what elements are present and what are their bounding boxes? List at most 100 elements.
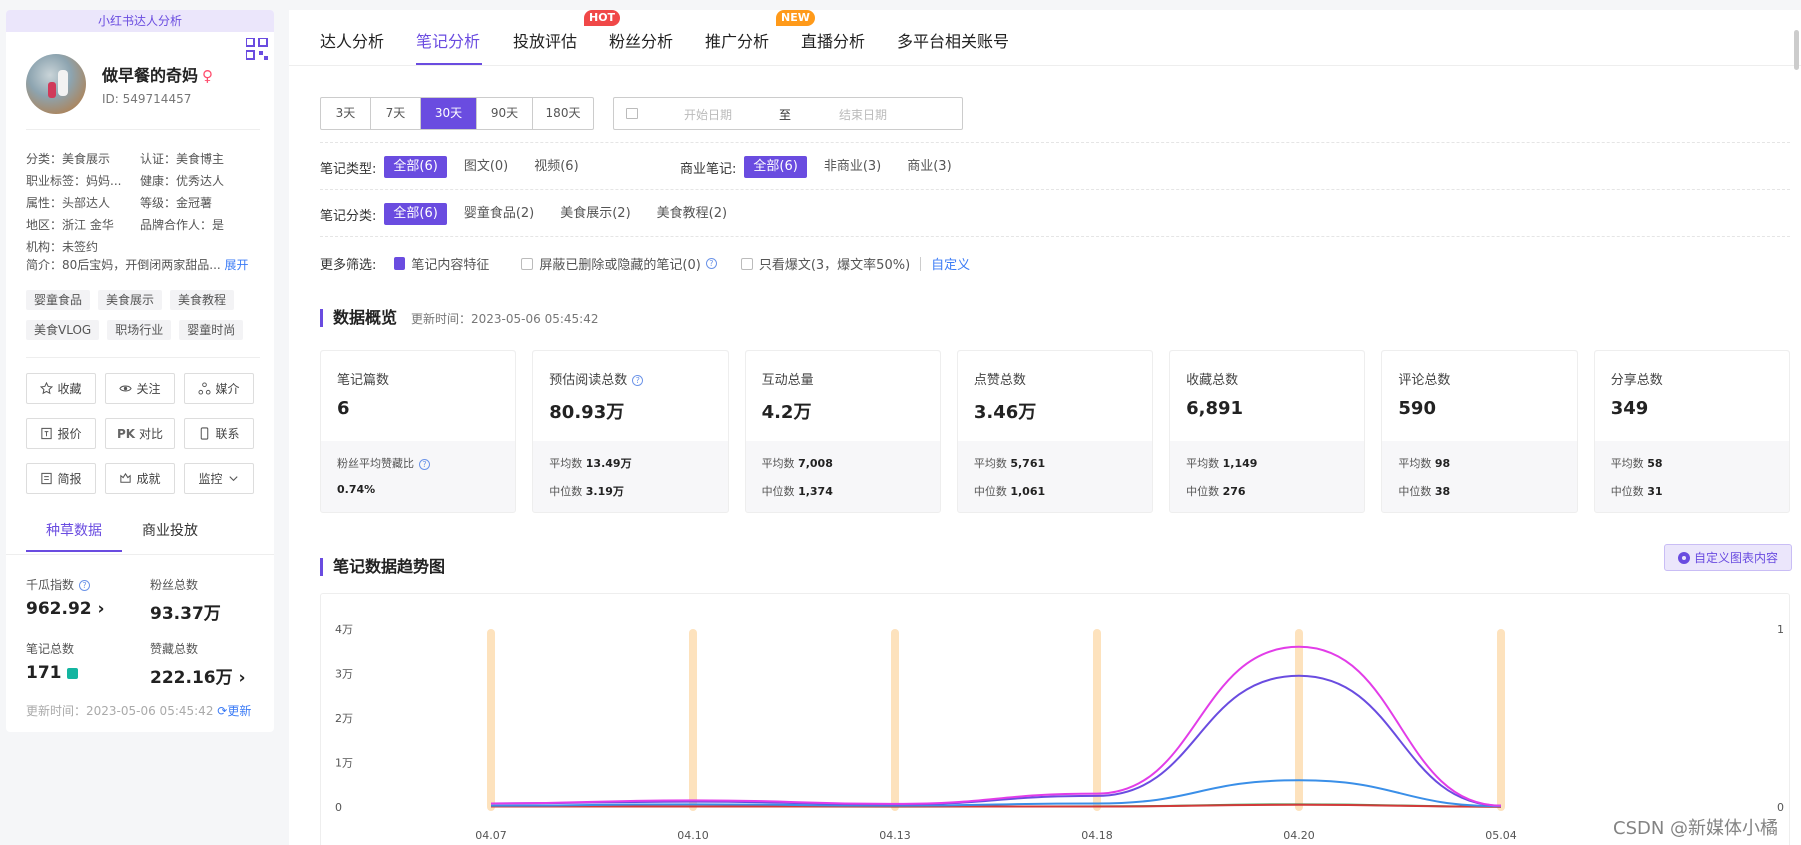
y-tick-label: 1万 [335, 757, 353, 770]
monitor-dropdown[interactable]: 监控 [184, 463, 254, 494]
only-hits-checkbox[interactable] [740, 257, 753, 270]
nav-note-analysis[interactable]: 笔记分析 [416, 28, 480, 52]
metric-card: 笔记篇数 6 粉丝平均赞藏比? 0.74% [320, 350, 517, 513]
tag: 职场行业 [107, 320, 172, 340]
video-icon[interactable] [67, 667, 79, 679]
tab-commercial[interactable]: 商业投放 [122, 516, 218, 552]
x-tick-label: 04.10 [677, 829, 709, 842]
nav-promotion-analysis[interactable]: 推广分析 [705, 28, 769, 52]
filter-chip[interactable]: 商业(3) [898, 156, 960, 178]
overview-cards: 笔记篇数 6 粉丝平均赞藏比? 0.74% 预估阅读总数? 80.93万 平均数 1… [320, 350, 1790, 513]
compare-button[interactable]: PK 对比 [105, 418, 175, 449]
attr-property: 属性：头部达人 [26, 196, 111, 210]
note-type-filter: 笔记类型: 全部(6) 图文(0) 视频(6) [320, 156, 596, 178]
attribute-list: 分类：美食展示 认证：美食博主 职业标签：妈妈... 健康：优秀达人 属性：头部达人… [26, 148, 266, 258]
share-nodes-icon [198, 382, 212, 395]
filter-chip[interactable]: 非商业(3) [815, 156, 890, 178]
nav-fans-analysis[interactable]: 粉丝分析 [609, 28, 673, 52]
nav-influencer-analysis[interactable]: 达人分析 [320, 28, 384, 52]
commercial-filter: 商业笔记: 全部(6) 非商业(3) 商业(3) [680, 156, 969, 178]
note-publish-bar [1497, 629, 1505, 811]
intro: 简介：80后宝妈，开倒闭两家甜品... 展开 [26, 258, 249, 272]
filter-chip[interactable]: 美食展示(2) [551, 203, 639, 225]
chevron-right-icon: › [97, 599, 105, 619]
start-date-input[interactable]: 开始日期 [684, 106, 732, 123]
expand-link[interactable]: 展开 [225, 258, 249, 272]
customize-chart-button[interactable]: 自定义图表内容 [1664, 544, 1792, 571]
quote-button[interactable]: 报价 [26, 418, 96, 449]
customize-link[interactable]: 自定义 [931, 254, 970, 273]
attr-category: 分类：美食展示 [26, 152, 111, 166]
metric-card: 预估阅读总数? 80.93万 平均数 13.49万 中位数 3.19万 [532, 350, 729, 513]
help-icon[interactable]: ? [419, 458, 430, 470]
end-date-input[interactable]: 结束日期 [839, 106, 887, 123]
range-180d[interactable]: 180天 [533, 98, 593, 129]
contact-button[interactable]: 联系 [184, 418, 254, 449]
media-button[interactable]: 媒介 [184, 373, 254, 404]
help-icon[interactable]: ? [705, 258, 717, 269]
range-30d[interactable]: 30天 [421, 98, 477, 129]
hot-badge: HOT [584, 10, 621, 26]
refresh-icon[interactable]: ⟳ [217, 704, 227, 718]
filter-chip[interactable]: 全部(6) [384, 203, 447, 225]
trend-chart: 0 1万 2万 3万 4万 1 0 04.07 04.10 04.13 04.18 04.20 05.0… [320, 593, 1790, 845]
new-badge: NEW [776, 10, 815, 26]
favorite-button[interactable]: 收藏 [26, 373, 96, 404]
content-feature-filter[interactable]: 笔记内容特征 [411, 254, 489, 273]
qr-code-icon[interactable] [246, 38, 268, 60]
report-icon [41, 472, 53, 485]
nav-placement-eval[interactable]: 投放评估 [513, 28, 577, 52]
filter-chip[interactable]: 全部(6) [744, 156, 807, 178]
date-range-selector: 3天 7天 30天 90天 180天 [320, 97, 594, 130]
sidebar-title: 小红书达人分析 [6, 10, 274, 32]
tag-list: 婴童食品 美食展示 美食教程 美食VLOG 职场行业 婴童时尚 [26, 290, 256, 340]
note-publish-bar [487, 629, 495, 811]
phone-icon [201, 427, 209, 440]
influencer-id: ID: 549714457 [102, 92, 192, 106]
filter-chip[interactable]: 图文(0) [455, 156, 517, 178]
top-nav: 达人分析 笔记分析 投放评估 HOT 粉丝分析 推广分析 NEW 直播分析 多平… [289, 10, 1801, 66]
tag: 美食展示 [98, 290, 163, 310]
divider [6, 554, 274, 555]
hide-deleted-checkbox[interactable] [521, 257, 534, 270]
filter-chip[interactable]: 美食教程(2) [648, 203, 736, 225]
filter-chip[interactable]: 视频(6) [525, 156, 587, 178]
nav-multi-platform[interactable]: 多平台相关账号 [897, 28, 1009, 52]
divider [26, 357, 260, 358]
filter-chip[interactable]: 全部(6) [384, 156, 447, 178]
tag: 美食教程 [170, 290, 235, 310]
tag: 婴童食品 [26, 290, 91, 310]
help-icon[interactable]: ? [632, 375, 644, 386]
range-7d[interactable]: 7天 [371, 98, 421, 129]
nav-active-indicator [416, 63, 482, 65]
tab-seeding-data[interactable]: 种草数据 [26, 516, 122, 552]
influencer-sidebar: 小红书达人分析 做早餐的奇妈 ♀ ID: 549714457 分类：美食展示 认证：… [6, 10, 274, 732]
metric-card: 收藏总数 6,891 平均数 1,149 中位数 276 [1169, 350, 1366, 513]
summary-stats: 千瓜指数? 962.92 › 粉丝总数 93.37万 笔记总数 171 赞藏总数 222… [26, 576, 266, 688]
range-3d[interactable]: 3天 [321, 98, 371, 129]
note-publish-bar [1295, 629, 1303, 811]
note-publish-bar [1093, 629, 1101, 811]
note-publish-bar [689, 629, 697, 811]
attr-region: 地区：浙江 金华 [26, 218, 114, 232]
female-icon: ♀ [202, 67, 214, 85]
influencer-name: 做早餐的奇妈 ♀ [102, 66, 214, 85]
update-link[interactable]: 更新 [227, 704, 251, 718]
filter-chip[interactable]: 婴童食品(2) [455, 203, 543, 225]
brief-button[interactable]: 简报 [26, 463, 96, 494]
help-icon[interactable]: ? [79, 580, 91, 591]
follow-button[interactable]: 关注 [105, 373, 175, 404]
metric-card: 点赞总数 3.46万 平均数 5,761 中位数 1,061 [956, 350, 1154, 513]
range-90d[interactable]: 90天 [477, 98, 533, 129]
tag: 美食VLOG [26, 320, 100, 340]
x-tick-label: 04.20 [1283, 829, 1315, 842]
y2-tick-label: 1 [1777, 623, 1784, 636]
divider [26, 129, 260, 130]
date-picker[interactable]: 开始日期 至 结束日期 [613, 97, 963, 130]
y-tick-label: 4万 [335, 623, 353, 636]
note-publish-bar [891, 629, 899, 811]
scrollbar[interactable] [1794, 30, 1799, 70]
x-tick-label: 05.04 [1485, 829, 1517, 842]
nav-live-analysis[interactable]: 直播分析 [801, 28, 865, 52]
achievement-button[interactable]: 成就 [105, 463, 175, 494]
